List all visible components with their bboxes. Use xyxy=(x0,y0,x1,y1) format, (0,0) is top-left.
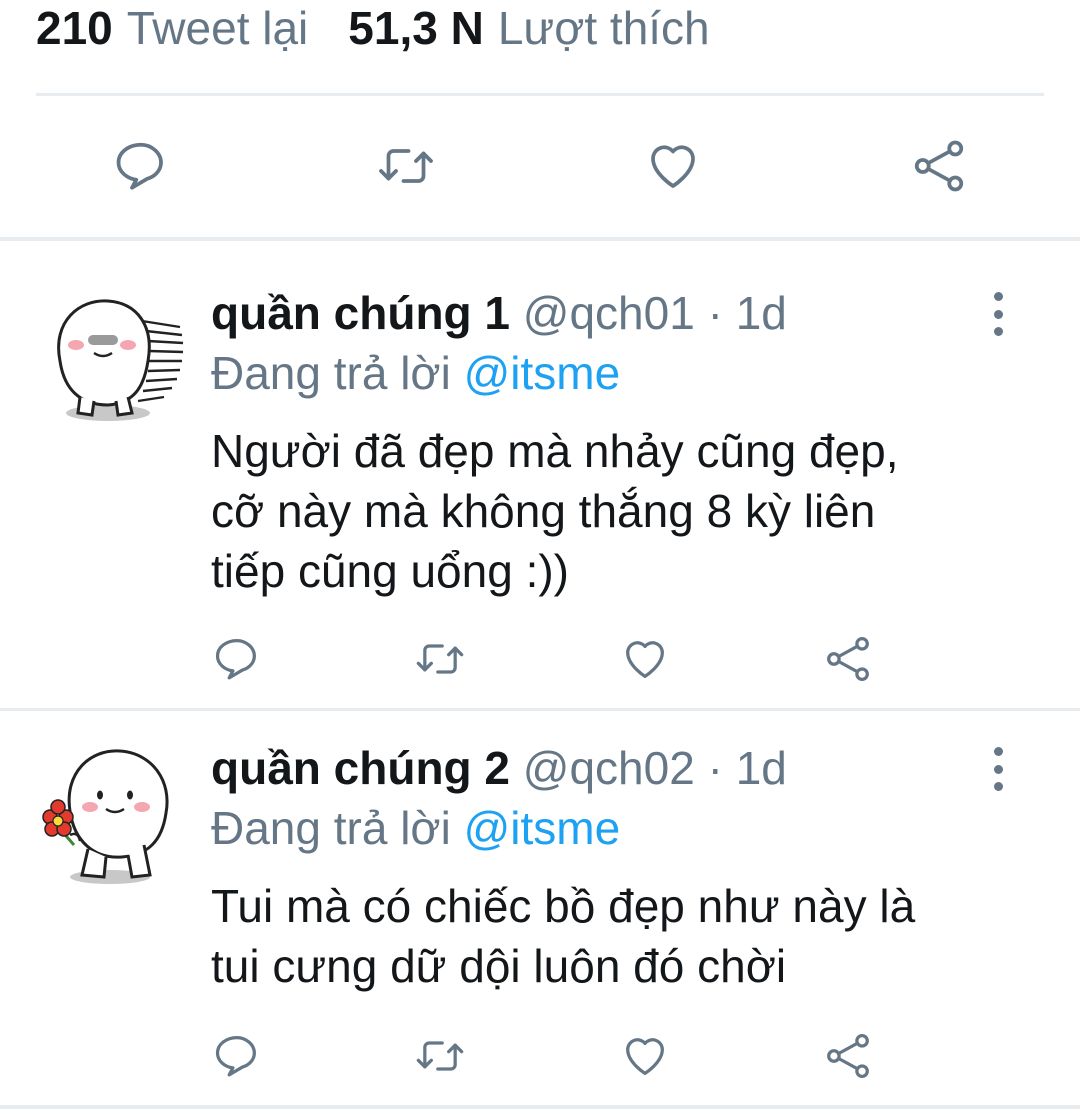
avatar[interactable] xyxy=(30,745,186,885)
share-icon xyxy=(827,637,869,681)
replying-to: Đang trả lời @itsme xyxy=(211,800,620,856)
like-icon xyxy=(651,145,695,188)
likes-label[interactable]: Lượt thích xyxy=(498,1,710,55)
more-options-button[interactable] xyxy=(978,292,1018,336)
timestamp[interactable]: 1d xyxy=(736,742,787,794)
retweet-icon xyxy=(416,1041,464,1071)
replying-label: Đang trả lời xyxy=(211,347,451,399)
author-name[interactable]: quần chúng 2 xyxy=(211,742,510,794)
bottom-divider xyxy=(0,1105,1080,1109)
reply-tweet[interactable]: quần chúng 2 @qch02 · 1d Đang trả lời @i… xyxy=(0,711,1080,1109)
likes-count[interactable]: 51,3 N xyxy=(348,1,484,55)
reply-button[interactable] xyxy=(207,629,267,689)
timestamp[interactable]: 1d xyxy=(736,287,787,339)
like-icon xyxy=(626,641,664,678)
mention-link[interactable]: @itsme xyxy=(464,802,621,854)
replying-label: Đang trả lời xyxy=(211,802,451,854)
share-button[interactable] xyxy=(901,128,977,204)
reply-action-bar xyxy=(0,1026,1080,1086)
more-dot-icon xyxy=(993,327,1003,336)
reply-icon xyxy=(215,638,256,680)
reply-button[interactable] xyxy=(103,128,179,204)
share-icon xyxy=(914,140,964,192)
retweet-button[interactable] xyxy=(368,128,444,204)
more-options-button[interactable] xyxy=(978,747,1018,791)
avatar[interactable] xyxy=(30,291,186,431)
like-button[interactable] xyxy=(615,629,675,689)
more-dot-icon xyxy=(993,309,1003,319)
share-button[interactable] xyxy=(818,629,878,689)
reply-action-bar xyxy=(0,629,1080,689)
reply-button[interactable] xyxy=(207,1026,267,1086)
author-handle[interactable]: @qch02 xyxy=(523,742,695,794)
reply-text: Tui mà có chiếc bồ đẹp như này là tui cư… xyxy=(211,880,916,992)
retweet-button[interactable] xyxy=(410,1026,470,1086)
author-name[interactable]: quần chúng 1 xyxy=(211,287,510,339)
tweet-stats: 210 Tweet lại 51,3 N Lượt thích xyxy=(36,0,710,56)
stats-divider xyxy=(36,93,1044,96)
more-dot-icon xyxy=(993,782,1003,791)
meta-separator: · xyxy=(707,742,723,794)
share-icon xyxy=(827,1034,869,1078)
retweet-button[interactable] xyxy=(410,629,470,689)
like-button[interactable] xyxy=(615,1026,675,1086)
retweets-count[interactable]: 210 xyxy=(36,1,113,55)
more-dot-icon xyxy=(993,292,1003,301)
meta-separator: · xyxy=(707,287,723,339)
more-dot-icon xyxy=(993,747,1003,756)
main-action-bar xyxy=(0,128,1080,204)
retweet-icon xyxy=(416,644,464,674)
like-button[interactable] xyxy=(635,128,711,204)
reply-text: Người đã đẹp mà nhảy cũng đẹp, cỡ này mà… xyxy=(211,425,899,597)
more-dot-icon xyxy=(993,764,1003,774)
replying-to: Đang trả lời @itsme xyxy=(211,345,620,401)
reply-icon xyxy=(116,142,163,190)
reply-header: quần chúng 1 @qch01 · 1d xyxy=(211,285,787,341)
mention-link[interactable]: @itsme xyxy=(464,347,621,399)
reply-tweet[interactable]: quần chúng 1 @qch01 · 1d Đang trả lời @i… xyxy=(0,241,1080,707)
reply-header: quần chúng 2 @qch02 · 1d xyxy=(211,740,787,796)
like-icon xyxy=(626,1038,664,1075)
share-button[interactable] xyxy=(818,1026,878,1086)
retweets-label[interactable]: Tweet lại xyxy=(127,1,309,55)
author-handle[interactable]: @qch01 xyxy=(523,287,695,339)
reply-icon xyxy=(215,1035,256,1077)
retweet-icon xyxy=(379,149,433,183)
